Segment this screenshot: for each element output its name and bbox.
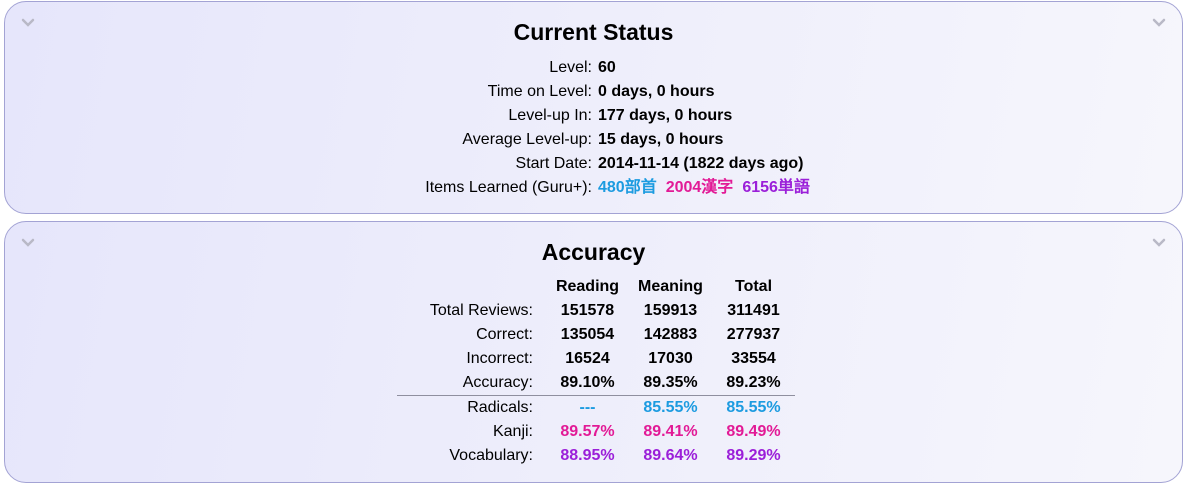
- table-cell: 85.55%: [712, 395, 795, 420]
- table-row: Total Reviews: 151578 159913 311491: [397, 299, 795, 323]
- table-row: Incorrect: 16524 17030 33554: [397, 347, 795, 371]
- table-cell: 16524: [565, 350, 610, 367]
- table-cell: 89.41%: [643, 423, 698, 440]
- table-cell: 159913: [643, 302, 698, 319]
- table-cell: 89.29%: [726, 447, 781, 464]
- panel-title: Accuracy: [541, 239, 646, 265]
- table-cell: 151578: [560, 302, 615, 319]
- accuracy-panel: Accuracy Reading Meaning Total Total Rev…: [4, 221, 1183, 483]
- row-label: Correct:: [476, 326, 533, 343]
- table-cell: 89.10%: [560, 374, 615, 391]
- table-row: Correct: 135054 142883 277937: [397, 323, 795, 347]
- table-cell: 89.64%: [643, 447, 698, 464]
- table-cell: 142883: [643, 326, 698, 343]
- status-row-start-date: Start Date: 2014-11-14 (1822 days ago): [5, 152, 1182, 176]
- status-label: Start Date:: [515, 155, 592, 172]
- table-cell: 17030: [648, 350, 693, 367]
- radicals-count: 480部首: [598, 179, 657, 196]
- accuracy-table: Reading Meaning Total Total Reviews: 151…: [397, 275, 795, 468]
- status-row-time-on-level: Time on Level: 0 days, 0 hours: [5, 80, 1182, 104]
- row-label: Kanji:: [492, 423, 533, 440]
- status-row-level: Level: 60: [5, 56, 1182, 80]
- status-value: 15 days, 0 hours: [598, 131, 724, 148]
- status-label: Level:: [549, 59, 592, 76]
- table-row: Kanji: 89.57% 89.41% 89.49%: [397, 420, 795, 444]
- status-value: 60: [598, 59, 616, 76]
- panel-title: Current Status: [513, 19, 674, 45]
- current-status-panel: Current Status Level: 60 Time on Level: …: [4, 1, 1183, 214]
- table-cell: 89.35%: [643, 374, 698, 391]
- column-header-reading: Reading: [555, 278, 620, 295]
- table-row: Vocabulary: 88.95% 89.64% 89.29%: [397, 444, 795, 468]
- table-row: Radicals: --- 85.55% 85.55%: [397, 395, 795, 420]
- table-cell: 89.23%: [726, 374, 781, 391]
- row-label: Total Reviews:: [429, 302, 533, 319]
- kanji-count: 2004漢字: [665, 179, 734, 196]
- table-cell: 89.49%: [726, 423, 781, 440]
- table-cell: 277937: [726, 326, 781, 343]
- row-label: Incorrect:: [466, 350, 533, 367]
- table-row: Accuracy: 89.10% 89.35% 89.23%: [397, 371, 795, 396]
- table-cell: 89.57%: [560, 423, 615, 440]
- status-row-items-learned: Items Learned (Guru+): 480部首 2004漢字 6156単語: [5, 176, 1182, 200]
- status-row-level-up-in: Level-up In: 177 days, 0 hours: [5, 104, 1182, 128]
- row-label: Radicals:: [397, 395, 546, 420]
- status-label: Time on Level:: [487, 83, 592, 100]
- table-cell: 85.55%: [629, 395, 712, 420]
- status-label: Level-up In:: [508, 107, 592, 124]
- status-row-average-level-up: Average Level-up: 15 days, 0 hours: [5, 128, 1182, 152]
- table-cell: 33554: [731, 350, 776, 367]
- column-header-total: Total: [734, 278, 773, 295]
- table-cell: 88.95%: [560, 447, 615, 464]
- status-value: 0 days, 0 hours: [598, 83, 715, 100]
- table-cell: 135054: [560, 326, 615, 343]
- status-value: 480部首 2004漢字 6156単語: [598, 176, 810, 200]
- table-cell: 311491: [727, 302, 780, 319]
- status-value: 177 days, 0 hours: [598, 107, 733, 124]
- vocab-count: 6156単語: [742, 179, 810, 196]
- table-cell: ---: [546, 395, 629, 420]
- row-label: Vocabulary:: [449, 447, 533, 464]
- table-header-row: Reading Meaning Total: [397, 275, 795, 299]
- status-label: Average Level-up:: [462, 131, 592, 148]
- status-value: 2014-11-14 (1822 days ago): [598, 155, 804, 172]
- column-header-meaning: Meaning: [638, 278, 703, 295]
- status-label: Items Learned (Guru+):: [425, 179, 592, 196]
- row-label: Accuracy:: [462, 374, 533, 391]
